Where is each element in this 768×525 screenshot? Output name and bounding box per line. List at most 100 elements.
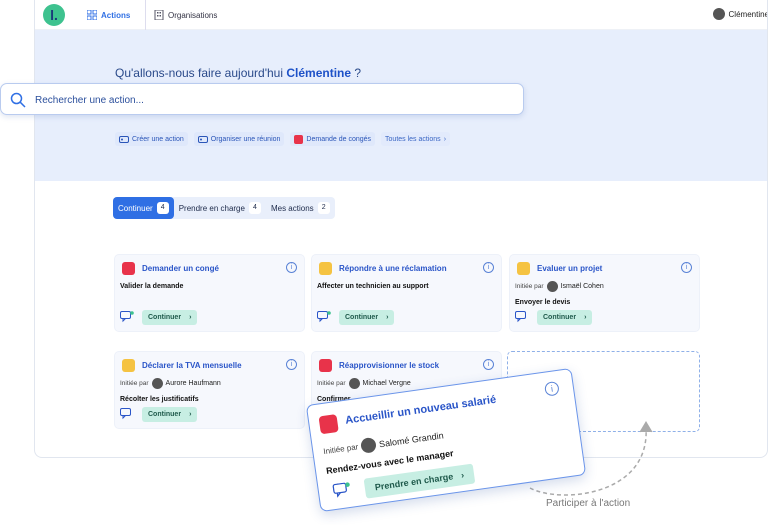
- app-logo[interactable]: l.: [43, 4, 65, 26]
- card-step: Récolter les justificatifs: [120, 396, 199, 403]
- search-input[interactable]: [35, 90, 505, 110]
- action-icon: [119, 135, 129, 143]
- info-icon[interactable]: i: [286, 262, 297, 273]
- chevron-right-icon: ›: [189, 314, 192, 321]
- tab-prendre-en-charge-count: 4: [248, 202, 261, 214]
- chat-icon[interactable]: [317, 311, 331, 323]
- quick-actions: Créer une action Organiser une réunion D…: [115, 132, 451, 146]
- card-title[interactable]: Evaluer un projet: [537, 264, 602, 273]
- avatar: [360, 436, 378, 454]
- action-card[interactable]: Répondre à une réclamation i Affecter un…: [311, 254, 502, 332]
- chevron-right-icon: ›: [584, 314, 587, 321]
- initiator-name: Aurore Haufmann: [165, 380, 221, 387]
- chat-icon[interactable]: [120, 408, 134, 420]
- chat-icon[interactable]: [120, 311, 134, 323]
- info-icon[interactable]: i: [483, 359, 494, 370]
- action-card[interactable]: Demander un congé i Valider la demande C…: [114, 254, 305, 332]
- nav-actions[interactable]: Actions: [87, 0, 130, 30]
- card-step: Affecter un technicien au support: [317, 283, 429, 290]
- nav-organisations-label: Organisations: [168, 10, 218, 20]
- card-initiator: Initiée par Michael Vergne: [317, 378, 411, 389]
- search-icon: [10, 92, 26, 108]
- tab-mes-actions-label: Mes actions: [270, 203, 314, 213]
- app-window: l. Actions Organisations Clémentine Qu'a…: [34, 0, 768, 458]
- action-card[interactable]: Evaluer un projet i Initiée par Ismaël C…: [509, 254, 700, 332]
- card-initiator: Initiée par Ismaël Cohen: [515, 281, 604, 292]
- top-bar: l. Actions Organisations Clémentine: [35, 0, 768, 30]
- continue-button[interactable]: Continuer ›: [142, 310, 198, 325]
- card-title[interactable]: Déclarer la TVA mensuelle: [142, 361, 242, 370]
- quick-organize-meeting-label: Organiser une réunion: [210, 135, 281, 143]
- tab-continuer-label: Continuer: [118, 203, 153, 213]
- tab-prendre-en-charge[interactable]: Prendre en charge 4: [174, 197, 266, 219]
- tab-prendre-en-charge-label: Prendre en charge: [178, 203, 245, 213]
- tab-continuer[interactable]: Continuer 4: [113, 197, 174, 219]
- continue-button-label: Continuer: [148, 411, 182, 418]
- quick-create-action[interactable]: Créer une action: [115, 132, 188, 146]
- user-menu[interactable]: Clémentine: [712, 8, 768, 20]
- greeting-prefix: Qu'allons-nous faire aujourd'hui: [115, 66, 284, 80]
- info-icon[interactable]: i: [286, 359, 297, 370]
- quick-all-actions[interactable]: Toutes les actions ›: [381, 132, 451, 146]
- quick-leave-request-label: Demande de congés: [306, 135, 372, 143]
- user-name: Clémentine: [728, 9, 768, 19]
- nav-actions-label: Actions: [101, 10, 131, 20]
- continue-button-label: Continuer: [543, 314, 577, 321]
- initiator-name: Michael Vergne: [362, 380, 411, 387]
- chevron-right-icon: ›: [460, 469, 465, 481]
- initiated-by-label: Initiée par: [120, 380, 149, 387]
- quick-all-actions-label: Toutes les actions: [385, 135, 441, 143]
- chat-icon[interactable]: [515, 311, 529, 323]
- initiator-name: Ismaël Cohen: [560, 283, 604, 290]
- nav-organisations[interactable]: Organisations: [145, 0, 217, 30]
- chevron-right-icon: ›: [386, 314, 389, 321]
- card-step: Envoyer le devis: [515, 299, 571, 306]
- card-step: Valider la demande: [120, 283, 184, 290]
- take-charge-button[interactable]: Prendre en charge ›: [363, 463, 476, 499]
- chevron-right-icon: ›: [443, 135, 447, 143]
- card-title[interactable]: Répondre à une réclamation: [339, 264, 447, 273]
- info-icon[interactable]: i: [483, 262, 494, 273]
- greeting-suffix: ?: [351, 66, 362, 80]
- floating-card-title[interactable]: Accueillir un nouveau salarié: [345, 394, 497, 427]
- greeting-name: Clémentine: [286, 66, 352, 80]
- info-icon[interactable]: i: [681, 262, 692, 273]
- tab-mes-actions-count: 2: [317, 202, 330, 214]
- continue-button[interactable]: Continuer ›: [339, 310, 395, 325]
- quick-create-action-label: Créer une action: [132, 135, 184, 143]
- continue-button[interactable]: Continuer ›: [142, 407, 198, 422]
- avatar: [348, 378, 360, 389]
- initiated-by-label: Initiée par: [322, 442, 359, 457]
- quick-organize-meeting[interactable]: Organiser une réunion: [193, 132, 285, 146]
- chat-icon[interactable]: [332, 482, 352, 499]
- tab-continuer-count: 4: [156, 202, 169, 214]
- card-initiator: Initiée par Aurore Haufmann: [120, 378, 221, 389]
- stock-app-icon: [319, 359, 332, 372]
- continue-button[interactable]: Continuer ›: [537, 310, 593, 325]
- avatar: [546, 281, 558, 292]
- info-icon[interactable]: i: [543, 380, 560, 397]
- action-icon: [197, 135, 208, 143]
- continue-button-label: Continuer: [345, 314, 379, 321]
- quick-leave-request[interactable]: Demande de congés: [290, 132, 376, 146]
- take-charge-button-label: Prendre en charge: [374, 471, 454, 493]
- initiated-by-label: Initiée par: [515, 283, 544, 290]
- initiated-by-label: Initiée par: [317, 380, 346, 387]
- continue-button-label: Continuer: [148, 314, 182, 321]
- card-title[interactable]: Réapprovisionner le stock: [339, 361, 439, 370]
- support-app-icon: [319, 262, 332, 275]
- greeting: Qu'allons-nous faire aujourd'hui Clément…: [115, 66, 361, 80]
- leave-app-icon: [294, 134, 304, 144]
- tab-mes-actions[interactable]: Mes actions 2: [266, 197, 335, 219]
- avatar: [151, 378, 163, 389]
- tax-app-icon: [122, 359, 135, 372]
- chevron-right-icon: ›: [189, 411, 192, 418]
- grid-icon: [87, 10, 97, 20]
- onboarding-app-icon: [318, 414, 339, 435]
- hint-text: Participer à l'action: [546, 498, 631, 509]
- leave-app-icon: [122, 262, 135, 275]
- action-card[interactable]: Déclarer la TVA mensuelle i Initiée par …: [114, 351, 305, 429]
- search-bar[interactable]: [0, 83, 524, 115]
- building-icon: [154, 10, 164, 20]
- card-title[interactable]: Demander un congé: [142, 264, 219, 273]
